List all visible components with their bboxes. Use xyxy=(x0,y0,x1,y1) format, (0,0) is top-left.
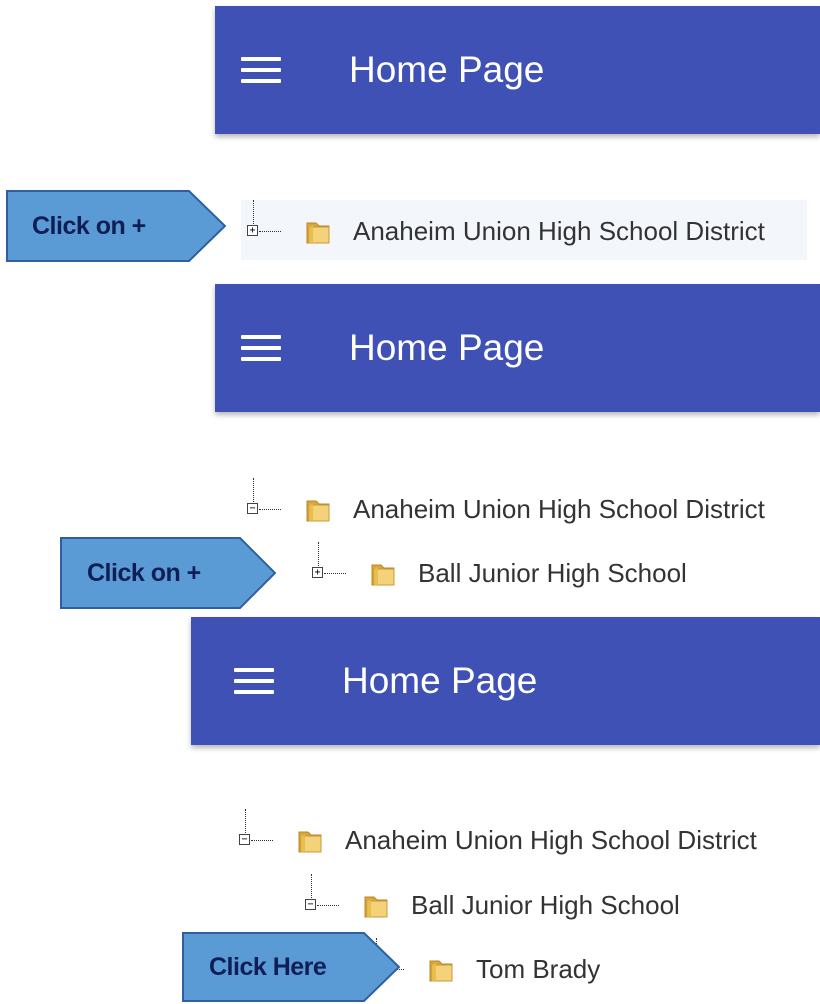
callout-arrow: Click on + xyxy=(6,190,226,262)
callout-label: Click on + xyxy=(32,212,146,240)
callout-arrow: Click on + xyxy=(60,537,276,609)
page-title: Home Page xyxy=(349,49,545,90)
callout-arrow: Click Here xyxy=(182,932,400,1004)
tree-node-school[interactable]: + Ball Junior High School xyxy=(306,542,746,602)
tree-node-district[interactable]: − Anaheim Union High School District xyxy=(241,478,807,538)
page-title: Home Page xyxy=(342,660,538,701)
tree-node-district[interactable]: + Anaheim Union High School District xyxy=(241,200,807,260)
app-bar: Home Page xyxy=(191,617,820,745)
callout-label: Click Here xyxy=(209,953,327,981)
folder-icon xyxy=(371,564,395,586)
folder-icon xyxy=(364,896,388,918)
tree-node-label: Anaheim Union High School District xyxy=(353,216,765,246)
folder-icon xyxy=(306,500,330,522)
hamburger-menu-icon[interactable] xyxy=(234,666,274,696)
tree-node-label: Ball Junior High School xyxy=(418,558,687,588)
folder-icon xyxy=(429,960,453,982)
hamburger-menu-icon[interactable] xyxy=(241,55,281,85)
collapse-icon[interactable]: − xyxy=(247,503,258,514)
tree-node-label: Ball Junior High School xyxy=(411,890,680,920)
app-bar: Home Page xyxy=(215,284,820,412)
tree-node-label: Tom Brady xyxy=(476,954,601,984)
expand-icon[interactable]: + xyxy=(247,225,258,236)
app-bar: Home Page xyxy=(215,6,820,134)
tree-node-district[interactable]: − Anaheim Union High School District xyxy=(233,809,799,869)
expand-icon[interactable]: + xyxy=(312,567,323,578)
page-title: Home Page xyxy=(349,327,545,368)
folder-icon xyxy=(306,222,330,244)
tree-node-school[interactable]: − Ball Junior High School xyxy=(299,874,739,934)
collapse-icon[interactable]: − xyxy=(239,834,250,845)
tree-node-label: Anaheim Union High School District xyxy=(353,494,765,524)
callout-label: Click on + xyxy=(87,559,201,587)
folder-icon xyxy=(298,831,322,853)
collapse-icon[interactable]: − xyxy=(305,899,316,910)
tree-node-person[interactable]: Tom Brady xyxy=(364,938,664,998)
hamburger-menu-icon[interactable] xyxy=(241,333,281,363)
tree-node-label: Anaheim Union High School District xyxy=(345,825,757,855)
